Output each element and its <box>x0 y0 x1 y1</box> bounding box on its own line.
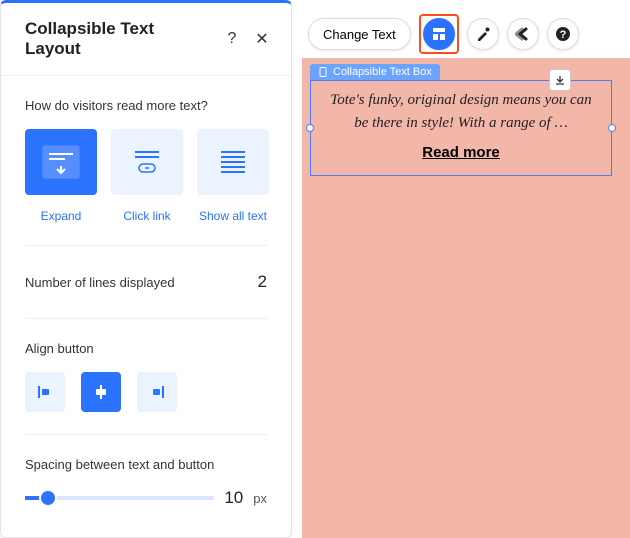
read-mode-caption-link: Click link <box>123 209 170 223</box>
read-mode-label: How do visitors read more text? <box>25 98 267 113</box>
link-icon <box>111 129 183 195</box>
element-type-label: Collapsible Text Box <box>310 64 440 80</box>
sample-text[interactable]: Tote's funky, original design means you … <box>323 89 599 134</box>
animation-button[interactable] <box>507 18 539 50</box>
spacing-section: Spacing between text and button 10 px <box>25 435 267 530</box>
align-section: Align button <box>25 319 267 435</box>
layout-settings-panel: Collapsible Text Layout ? ✕ How do visit… <box>0 0 292 538</box>
spacing-unit: px <box>253 491 267 506</box>
element-toolbar: Change Text ? <box>308 14 579 54</box>
panel-header: Collapsible Text Layout ? ✕ <box>1 3 291 76</box>
spacing-label: Spacing between text and button <box>25 457 267 472</box>
spacing-value[interactable]: 10 <box>224 488 243 508</box>
design-button[interactable] <box>467 18 499 50</box>
help-button[interactable]: ? <box>547 18 579 50</box>
expand-icon <box>25 129 97 195</box>
svg-text:?: ? <box>559 29 566 41</box>
show-all-icon <box>197 129 269 195</box>
align-center-button[interactable] <box>81 372 121 412</box>
align-options <box>25 372 267 412</box>
close-icon[interactable]: ✕ <box>253 30 271 48</box>
align-label: Align button <box>25 341 267 356</box>
align-right-button[interactable] <box>137 372 177 412</box>
layout-button[interactable] <box>423 18 455 50</box>
spacing-slider[interactable] <box>25 496 214 500</box>
drag-handle-icon[interactable] <box>549 69 571 91</box>
lines-label: Number of lines displayed <box>25 275 175 290</box>
read-more-link[interactable]: Read more <box>323 144 599 161</box>
spacing-control: 10 px <box>25 488 267 508</box>
read-mode-option-link[interactable]: Click link <box>111 129 183 223</box>
align-left-button[interactable] <box>25 372 65 412</box>
resize-handle-left[interactable] <box>306 124 314 132</box>
slider-thumb[interactable] <box>41 491 55 505</box>
help-icon[interactable]: ? <box>223 30 241 48</box>
panel-body: How do visitors read more text? Expand <box>1 76 291 537</box>
mobile-icon <box>318 67 328 77</box>
change-text-button[interactable]: Change Text <box>308 18 411 50</box>
read-mode-caption-expand: Expand <box>41 209 82 223</box>
lines-section: Number of lines displayed 2 <box>25 246 267 319</box>
read-mode-option-showall[interactable]: Show all text <box>197 129 269 223</box>
read-mode-section: How do visitors read more text? Expand <box>25 76 267 246</box>
read-mode-option-expand[interactable]: Expand <box>25 129 97 223</box>
layout-button-highlight <box>419 14 459 54</box>
collapsible-text-box[interactable]: Tote's funky, original design means you … <box>310 80 612 176</box>
read-mode-caption-showall: Show all text <box>199 209 267 223</box>
lines-value[interactable]: 2 <box>258 272 267 292</box>
read-mode-options: Expand Click link <box>25 129 267 223</box>
resize-handle-right[interactable] <box>608 124 616 132</box>
panel-title: Collapsible Text Layout <box>25 19 211 59</box>
canvas-area: Change Text ? Collapsible Text Box Tote'… <box>292 0 630 538</box>
